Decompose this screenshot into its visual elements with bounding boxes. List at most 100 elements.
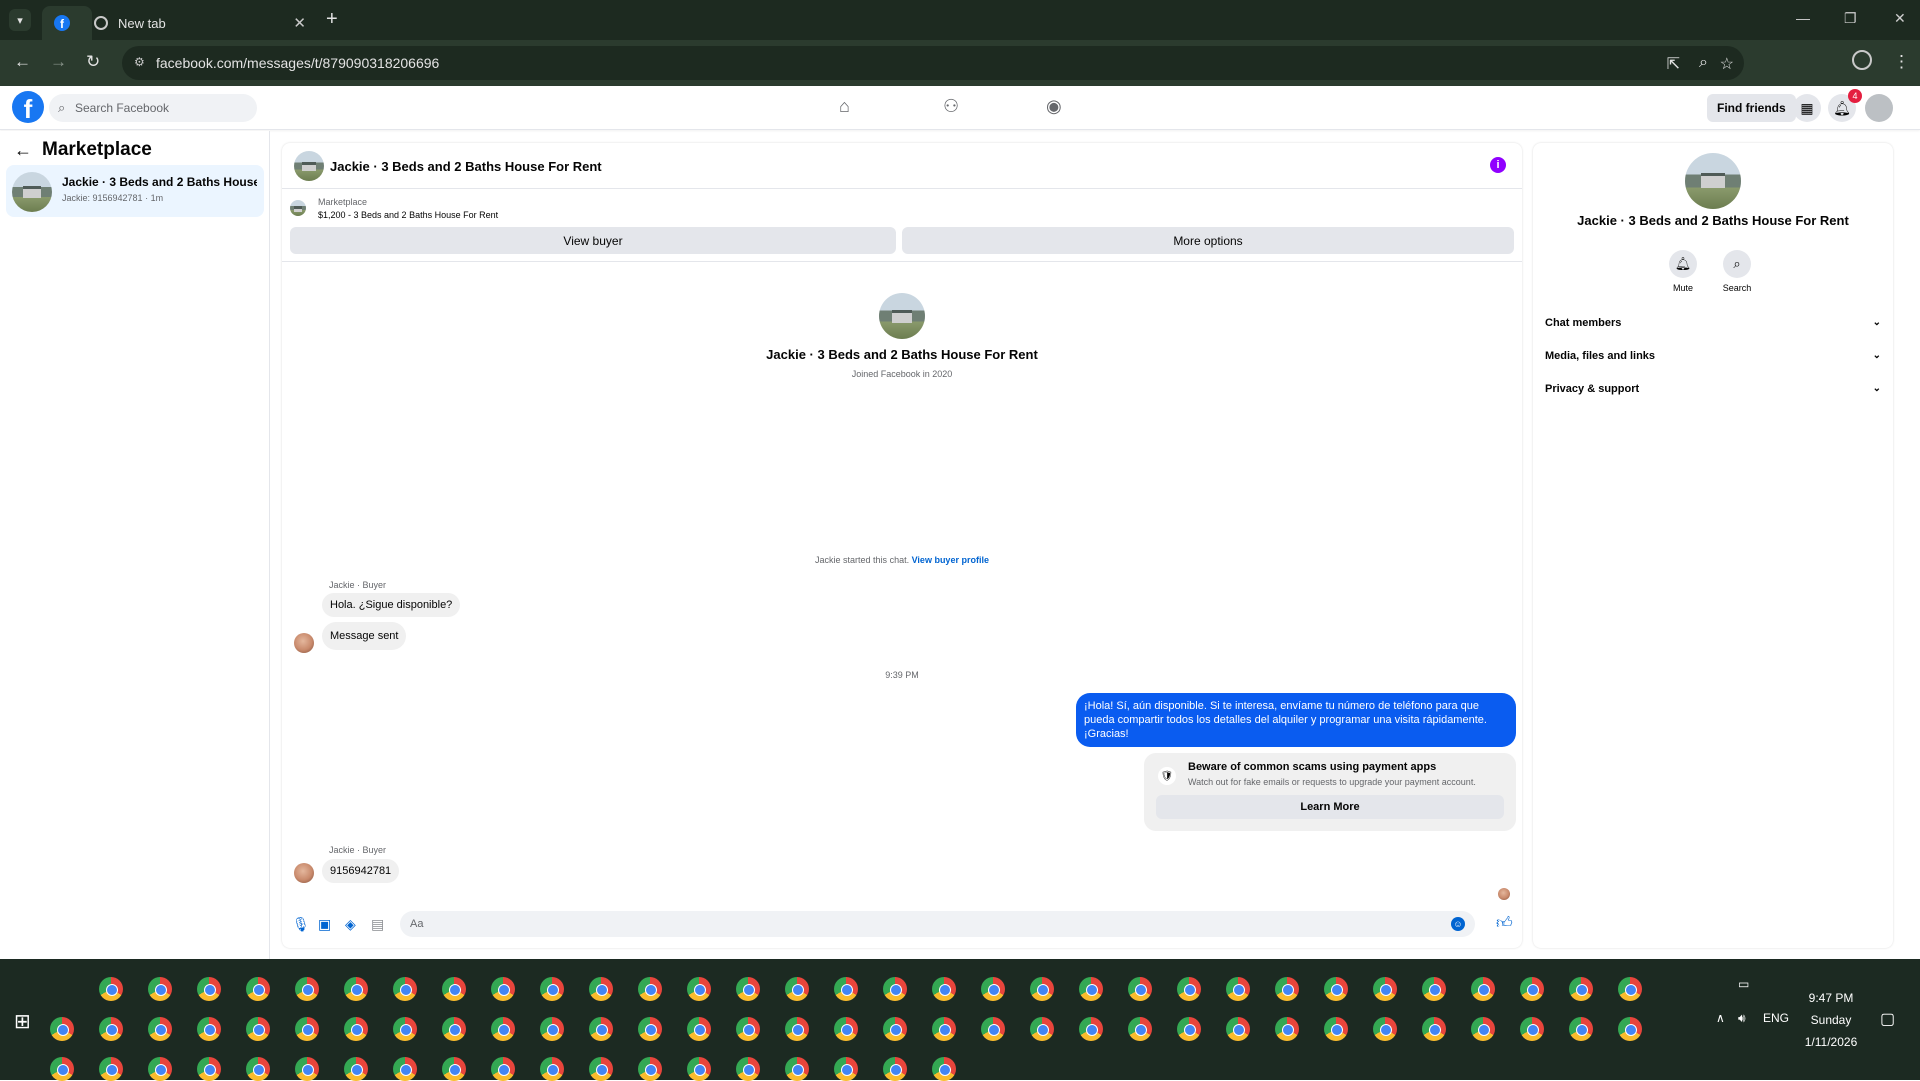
taskbar-clock[interactable]: 9:47 PM Sunday 1/11/2026 — [1787, 987, 1875, 1053]
chat-title[interactable]: Jackie · 3 Beds and 2 Baths House For Re… — [330, 159, 602, 174]
microphone-icon[interactable]: 🎙︎ — [292, 916, 310, 933]
chrome-app-icon[interactable] — [1569, 1017, 1593, 1041]
more-options-button[interactable]: More options — [902, 227, 1514, 254]
windows-start-icon[interactable]: ⊞ — [14, 1009, 31, 1034]
chrome-app-icon[interactable] — [785, 1057, 809, 1081]
chrome-app-icon[interactable] — [491, 1017, 515, 1041]
search-input[interactable]: ⌕ Search Facebook — [49, 94, 257, 122]
chrome-app-icon[interactable] — [540, 1057, 564, 1081]
groups-icon[interactable]: ◉ — [1046, 96, 1062, 117]
incoming-message[interactable]: Hola. ¿Sigue disponible? — [322, 593, 461, 617]
chrome-app-icon[interactable] — [1128, 1017, 1152, 1041]
chrome-app-icon[interactable] — [1373, 977, 1397, 1001]
chrome-app-icon[interactable] — [1520, 977, 1544, 1001]
chat-thumbnail[interactable] — [294, 151, 324, 181]
conversation-item[interactable]: Jackie · 3 Beds and 2 Baths House ... Ja… — [6, 165, 264, 217]
chrome-app-icon[interactable] — [1275, 1017, 1299, 1041]
close-tab-icon[interactable]: ✕ — [293, 14, 306, 32]
chrome-app-icon[interactable] — [687, 1057, 711, 1081]
like-thumb-icon[interactable]: 👍︎ — [1496, 914, 1513, 933]
chrome-app-icon[interactable] — [442, 1017, 466, 1041]
chrome-app-icon[interactable] — [883, 1017, 907, 1041]
chrome-app-icon[interactable] — [883, 1057, 907, 1081]
chrome-app-icon[interactable] — [148, 1017, 172, 1041]
chrome-app-icon[interactable] — [589, 1017, 613, 1041]
minimize-icon[interactable]: — — [1796, 10, 1810, 26]
menu-kebab-icon[interactable]: ⋮ — [1893, 52, 1910, 72]
search-button[interactable]: ⌕ Search — [1707, 250, 1767, 293]
photo-icon[interactable]: ▣ — [318, 916, 331, 933]
message-input[interactable]: Aa ☺ — [400, 911, 1475, 937]
view-buyer-button[interactable]: View buyer — [290, 227, 896, 254]
account-avatar[interactable] — [1865, 94, 1893, 122]
chrome-app-icon[interactable] — [638, 1057, 662, 1081]
back-arrow-icon[interactable]: ← — [14, 140, 32, 161]
forward-icon[interactable]: → — [50, 52, 67, 72]
address-bar[interactable]: ⚙ facebook.com/messages/t/87909031820669… — [122, 46, 1744, 80]
chrome-app-icon[interactable] — [834, 1057, 858, 1081]
chrome-app-icon[interactable] — [1177, 1017, 1201, 1041]
profile-icon[interactable] — [1852, 50, 1872, 70]
chrome-app-icon[interactable] — [932, 977, 956, 1001]
chrome-app-icon[interactable] — [1422, 1017, 1446, 1041]
details-thumbnail[interactable] — [1685, 153, 1741, 209]
chrome-app-icon[interactable] — [1177, 977, 1201, 1001]
chrome-app-icon[interactable] — [589, 977, 613, 1001]
install-icon[interactable]: ⇱ — [1667, 54, 1680, 74]
chrome-app-icon[interactable] — [540, 977, 564, 1001]
language-indicator[interactable]: ENG — [1763, 1011, 1789, 1025]
chrome-app-icon[interactable] — [540, 1017, 564, 1041]
restore-icon[interactable]: ❐ — [1844, 10, 1857, 27]
incoming-message[interactable]: Message sent — [322, 622, 407, 650]
chrome-app-icon[interactable] — [344, 1017, 368, 1041]
buyer-avatar[interactable] — [294, 863, 314, 883]
chrome-app-icon[interactable] — [295, 977, 319, 1001]
chrome-app-icon[interactable] — [197, 1057, 221, 1081]
facebook-logo-icon[interactable]: f — [12, 91, 44, 123]
chrome-app-icon[interactable] — [344, 977, 368, 1001]
chrome-app-icon[interactable] — [1471, 1017, 1495, 1041]
incoming-message[interactable]: 9156942781 — [322, 859, 400, 883]
listing-price[interactable]: $1,200 - 3 Beds and 2 Baths House For Re… — [318, 210, 498, 220]
chrome-app-icon[interactable] — [148, 977, 172, 1001]
chrome-app-icon[interactable] — [1471, 977, 1495, 1001]
chrome-app-icon[interactable] — [1373, 1017, 1397, 1041]
home-icon[interactable]: ⌂ — [839, 96, 850, 117]
tab-new[interactable]: New tab ✕ — [82, 6, 318, 40]
buyer-avatar[interactable] — [294, 633, 314, 653]
chrome-app-icon[interactable] — [1079, 1017, 1103, 1041]
chrome-app-icon[interactable] — [1618, 1017, 1642, 1041]
gif-icon[interactable]: ▤ — [371, 916, 384, 933]
view-buyer-profile-link[interactable]: View buyer profile — [912, 555, 989, 565]
section-chat-members[interactable]: Chat members ⌄ — [1545, 317, 1881, 329]
desktop-icon[interactable]: ▭ — [1738, 977, 1749, 991]
chrome-app-icon[interactable] — [1275, 977, 1299, 1001]
chrome-app-icon[interactable] — [246, 1017, 270, 1041]
chrome-app-icon[interactable] — [1226, 1017, 1250, 1041]
chrome-app-icon[interactable] — [638, 1017, 662, 1041]
chrome-app-icon[interactable] — [1618, 977, 1642, 1001]
menu-grid-icon[interactable]: ▦ — [1793, 94, 1821, 122]
chrome-app-icon[interactable] — [1324, 977, 1348, 1001]
chrome-app-icon[interactable] — [1030, 977, 1054, 1001]
chrome-app-icon[interactable] — [785, 1017, 809, 1041]
notifications-icon[interactable]: ▢ — [1880, 1009, 1895, 1029]
section-privacy-support[interactable]: Privacy & support ⌄ — [1545, 383, 1881, 395]
profile-thumbnail[interactable] — [879, 293, 925, 339]
chrome-app-icon[interactable] — [393, 1057, 417, 1081]
sticker-icon[interactable]: ◈ — [345, 916, 356, 933]
site-info-icon[interactable]: ⚙ — [134, 55, 148, 69]
chrome-app-icon[interactable] — [197, 1017, 221, 1041]
chrome-app-icon[interactable] — [932, 1057, 956, 1081]
chrome-app-icon[interactable] — [589, 1057, 613, 1081]
chrome-app-icon[interactable] — [442, 977, 466, 1001]
chrome-app-icon[interactable] — [50, 1057, 74, 1081]
chrome-app-icon[interactable] — [638, 977, 662, 1001]
volume-icon[interactable]: 🔊︎ — [1738, 1011, 1746, 1026]
emoji-icon[interactable]: ☺ — [1451, 917, 1465, 931]
tray-chevron-icon[interactable]: ∧ — [1716, 1011, 1725, 1025]
chrome-app-icon[interactable] — [1226, 977, 1250, 1001]
chrome-app-icon[interactable] — [736, 1057, 760, 1081]
chrome-app-icon[interactable] — [981, 977, 1005, 1001]
learn-more-button[interactable]: Learn More — [1156, 795, 1504, 819]
